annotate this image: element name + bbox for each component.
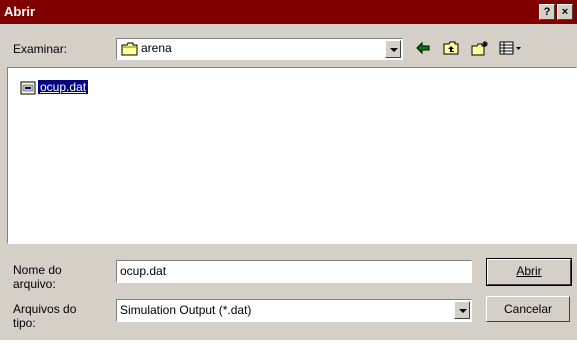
up-one-level-icon[interactable] bbox=[440, 38, 462, 58]
filename-label-line1: Nome do bbox=[13, 263, 62, 277]
folder-icon bbox=[121, 42, 139, 59]
open-button-label: Abrir bbox=[516, 264, 542, 278]
filetype-label-line1: Arquivos do bbox=[13, 302, 77, 316]
cancel-button[interactable]: Cancelar bbox=[486, 296, 570, 322]
filename-label-line2: arquivo: bbox=[13, 277, 56, 291]
file-icon bbox=[20, 80, 36, 99]
title-bar[interactable]: Abrir ? × bbox=[0, 0, 577, 24]
look-in-dropdown[interactable]: arena bbox=[116, 38, 403, 60]
open-dialog: Abrir ? × Examinar: arena ocup.dat Nome … bbox=[0, 0, 577, 340]
filename-input[interactable]: ocup.dat bbox=[116, 260, 472, 283]
look-in-label: Examinar: bbox=[13, 42, 68, 56]
file-list[interactable]: ocup.dat bbox=[7, 67, 577, 244]
filetype-dropdown-arrow[interactable] bbox=[454, 301, 470, 319]
cancel-button-label: Cancelar bbox=[503, 302, 553, 316]
look-in-value: arena bbox=[141, 41, 172, 55]
window-title: Abrir bbox=[4, 4, 36, 19]
open-button[interactable]: Abrir bbox=[486, 258, 572, 286]
new-folder-icon[interactable] bbox=[468, 38, 490, 58]
filetype-value: Simulation Output (*.dat) bbox=[120, 303, 252, 317]
look-in-dropdown-arrow[interactable] bbox=[385, 40, 401, 58]
filename-input-value: ocup.dat bbox=[120, 264, 167, 278]
filetype-dropdown[interactable]: Simulation Output (*.dat) bbox=[116, 299, 472, 322]
close-button[interactable]: × bbox=[557, 4, 573, 20]
file-item-name: ocup.dat bbox=[38, 80, 89, 94]
back-arrow-icon[interactable] bbox=[412, 38, 434, 58]
view-menu-icon[interactable] bbox=[496, 38, 524, 58]
help-button[interactable]: ? bbox=[539, 4, 555, 20]
filetype-label-line2: tipo: bbox=[13, 316, 36, 330]
